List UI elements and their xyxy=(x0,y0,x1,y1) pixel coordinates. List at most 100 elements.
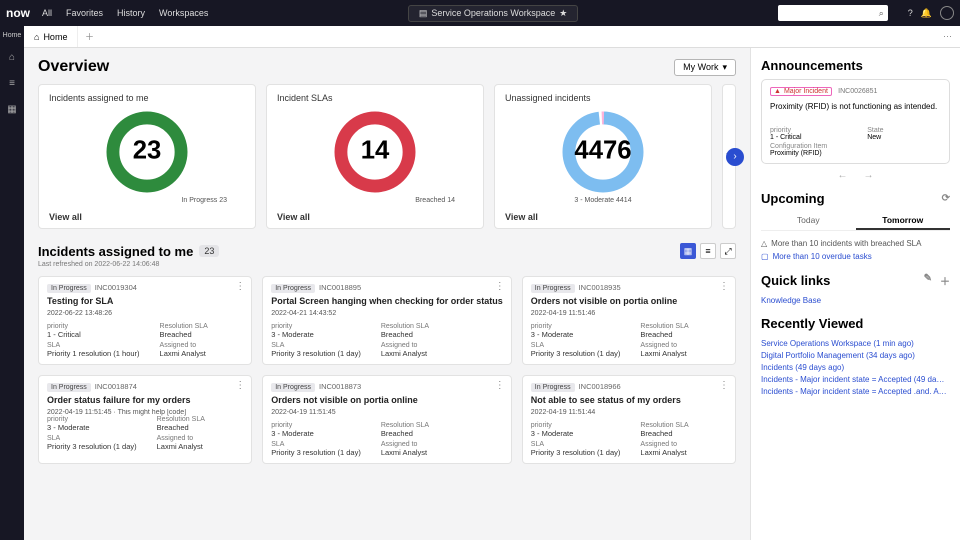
view-all-link[interactable]: View all xyxy=(277,212,473,222)
incident-card[interactable]: ⋮ In ProgressINC0019304 Testing for SLA … xyxy=(38,276,252,365)
scope-dropdown[interactable]: My Work ▾ xyxy=(674,59,736,76)
incident-title: Order status failure for my orders xyxy=(47,395,243,405)
star-icon[interactable]: ★ xyxy=(559,8,567,19)
next-announcement-icon[interactable]: → xyxy=(864,170,874,181)
search-icon: ⌕ xyxy=(879,8,884,19)
nav-workspaces[interactable]: Workspaces xyxy=(159,8,208,18)
donut-chart: 23 xyxy=(102,107,192,197)
next-card-button[interactable]: › xyxy=(726,148,744,166)
recent-item[interactable]: Digital Portfolio Management (34 days ag… xyxy=(761,349,950,361)
quicklinks-heading: Quick links xyxy=(761,273,830,288)
tab-overflow-icon[interactable]: ⋯ xyxy=(935,31,960,42)
svg-text:14: 14 xyxy=(361,136,390,164)
incident-card[interactable]: ⋮ In ProgressINC0018935 Orders not visib… xyxy=(522,276,736,365)
recent-item[interactable]: Incidents - Major incident state = Accep… xyxy=(761,385,950,397)
kebab-icon[interactable]: ⋮ xyxy=(235,281,245,292)
home-icon: ⌂ xyxy=(34,32,39,42)
view-all-link[interactable]: View all xyxy=(49,212,245,222)
rail-home-icon[interactable]: ⌂ xyxy=(4,49,20,65)
right-pane: Announcements ▲ Major Incident INC002685… xyxy=(750,48,960,540)
incident-number: INC0019304 xyxy=(95,283,137,292)
warning-icon: △ xyxy=(761,239,767,248)
center-pane: Overview My Work ▾ Incidents assigned to… xyxy=(24,48,750,540)
avatar[interactable] xyxy=(940,6,954,20)
announcements-heading: Announcements xyxy=(761,58,950,73)
refresh-icon[interactable]: ⟳ xyxy=(942,193,950,204)
edit-icon[interactable]: ✎ xyxy=(924,273,932,288)
tab-tomorrow[interactable]: Tomorrow xyxy=(856,212,951,230)
card-assigned: Incidents assigned to me 23 In Progress … xyxy=(38,84,256,229)
card-title: Unassigned incidents xyxy=(505,93,701,103)
rail-apps-icon[interactable]: ▦ xyxy=(4,101,20,117)
tab-home[interactable]: ⌂ Home xyxy=(24,26,78,47)
add-tab-button[interactable]: ＋ xyxy=(78,30,100,43)
list-title: Incidents assigned to me xyxy=(38,244,193,259)
incident-card[interactable]: ⋮ In Progress INC0018966 Not able to see … xyxy=(522,375,736,464)
top-bar: now All Favorites History Workspaces ▤ S… xyxy=(0,0,960,26)
incident-timestamp: 2022-04-19 11:51:46 xyxy=(531,310,727,317)
top-nav: All Favorites History Workspaces xyxy=(42,8,208,18)
page-title: Overview xyxy=(38,58,109,76)
incident-card[interactable]: ⋮ In ProgressINC0018874 Order status fai… xyxy=(38,375,252,464)
status-pill: In Progress xyxy=(271,284,315,293)
incident-timestamp: 2022-04-19 11:51:45 xyxy=(271,409,503,416)
upcoming-heading: Upcoming xyxy=(761,191,825,206)
nav-all[interactable]: All xyxy=(42,8,52,18)
incident-title: Orders not visible on portia online xyxy=(271,395,503,405)
incident-card[interactable]: ⋮ In Progress INC0018895 Portal Screen ha… xyxy=(262,276,512,365)
overview-cards: Incidents assigned to me 23 In Progress … xyxy=(38,84,736,229)
incident-title: Portal Screen hanging when checking for … xyxy=(271,296,503,306)
global-search[interactable]: ⌕ xyxy=(778,5,888,21)
major-incident-pill: ▲ Major Incident xyxy=(770,87,832,96)
tab-today[interactable]: Today xyxy=(761,212,856,230)
kebab-icon[interactable]: ⋮ xyxy=(495,281,505,292)
quicklink-item[interactable]: Knowledge Base xyxy=(761,294,950,306)
help-icon[interactable]: ? xyxy=(908,8,913,18)
view-list-button[interactable]: ≡ xyxy=(700,243,716,259)
incident-title: Not able to see status of my orders xyxy=(531,395,727,405)
incident-number: INC0018966 xyxy=(579,382,621,391)
recent-item[interactable]: Incidents - Major incident state = Accep… xyxy=(761,373,950,385)
recent-item[interactable]: Service Operations Workspace (1 min ago) xyxy=(761,337,950,349)
refreshed-label: Last refreshed on 2022-06-22 14:06:48 xyxy=(38,261,736,268)
incident-number: INC0018935 xyxy=(579,283,621,292)
donut-chart: 14 xyxy=(330,107,420,197)
incident-title: Testing for SLA xyxy=(47,296,243,306)
kebab-icon[interactable]: ⋮ xyxy=(719,281,729,292)
view-grid-button[interactable]: ▦ xyxy=(680,243,696,259)
kebab-icon[interactable]: ⋮ xyxy=(719,380,729,391)
donut-chart: 4476 xyxy=(558,107,648,197)
nav-favorites[interactable]: Favorites xyxy=(66,8,103,18)
bell-icon[interactable]: 🔔 xyxy=(921,8,932,19)
upcoming-item[interactable]: ▢More than 10 overdue tasks xyxy=(761,250,950,263)
home-badge: Home xyxy=(3,32,22,39)
upcoming-item[interactable]: △More than 10 incidents with breached SL… xyxy=(761,237,950,250)
incident-timestamp: 2022-04-21 14:43:52 xyxy=(271,310,503,317)
status-pill: In Progress xyxy=(531,383,575,392)
kebab-icon[interactable]: ⋮ xyxy=(495,380,505,391)
workspace-label: Service Operations Workspace xyxy=(431,8,555,18)
incident-timestamp: 2022-04-19 11:51:45 · This might help [c… xyxy=(47,409,243,451)
incident-grid: ⋮ In ProgressINC0019304 Testing for SLA … xyxy=(38,276,736,464)
kebab-icon[interactable]: ⋮ xyxy=(235,380,245,391)
announcement-card[interactable]: ▲ Major Incident INC0026851 Proximity (R… xyxy=(761,79,950,164)
status-pill: In Progress xyxy=(47,383,91,392)
add-icon[interactable]: ＋ xyxy=(940,273,950,288)
incident-number: INC0018895 xyxy=(319,283,361,292)
incident-number: INC0018873 xyxy=(319,382,361,391)
recent-item[interactable]: Incidents (49 days ago) xyxy=(761,361,950,373)
svg-text:23: 23 xyxy=(133,136,162,164)
rail-list-icon[interactable]: ≡ xyxy=(4,75,20,91)
workspace-pill[interactable]: ▤ Service Operations Workspace ★ xyxy=(408,5,578,22)
card-title: Incident SLAs xyxy=(277,93,473,103)
open-external-button[interactable]: ⤢ xyxy=(720,243,736,259)
tab-strip: ⌂ Home ＋ ⋯ xyxy=(24,26,960,48)
prev-announcement-icon[interactable]: ← xyxy=(838,170,848,181)
incident-title: Orders not visible on portia online xyxy=(531,296,727,306)
left-rail: Home ⌂ ≡ ▦ xyxy=(0,26,24,540)
chevron-down-icon: ▾ xyxy=(722,62,727,73)
nav-history[interactable]: History xyxy=(117,8,145,18)
incident-card[interactable]: ⋮ In ProgressINC0018873 Orders not visib… xyxy=(262,375,512,464)
announcement-message: Proximity (RFID) is not functioning as i… xyxy=(770,102,941,111)
view-all-link[interactable]: View all xyxy=(505,212,701,222)
